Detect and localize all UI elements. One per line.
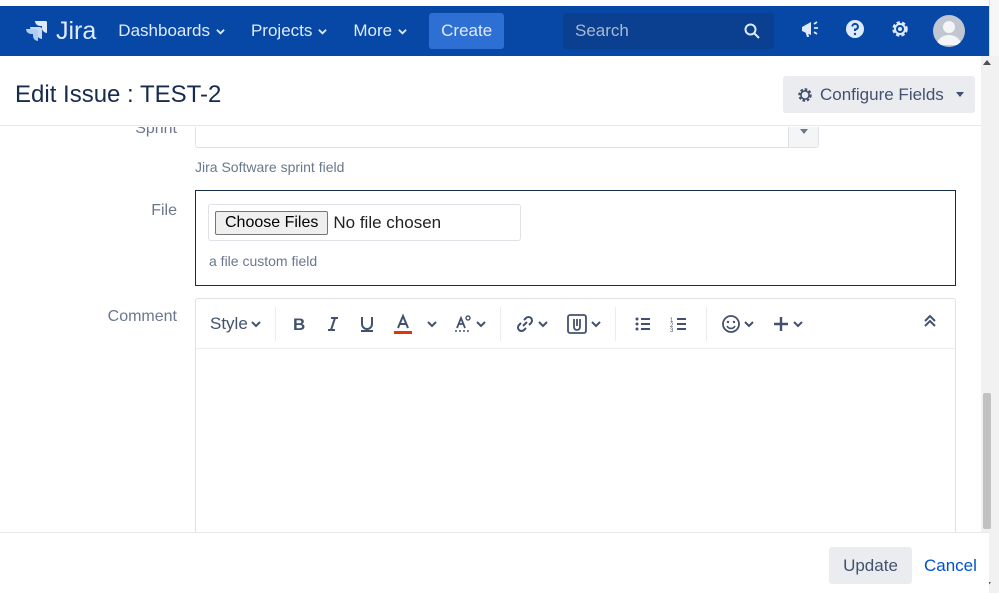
toolbar-insert-group [501,306,616,341]
style-label: Style [210,313,248,333]
chevron-down-icon [744,320,754,327]
chevron-down-icon [591,320,601,327]
attachment-icon [566,313,587,334]
nav-more[interactable]: More [353,21,407,41]
underline-icon [360,316,373,332]
bullet-list-button[interactable] [630,309,656,339]
dialog-content: Sprint Jira Software sprint field File C… [0,127,981,532]
toolbar-extra-group [707,307,817,341]
sprint-label: Sprint [135,127,177,137]
gear-icon[interactable] [889,18,911,40]
insert-more-button[interactable] [768,309,807,339]
sprint-help-text: Jira Software sprint field [195,159,345,175]
nav-projects[interactable]: Projects [250,21,328,41]
bold-icon: B [293,315,305,333]
chevron-down-icon [398,28,407,35]
text-color-icon [393,312,412,334]
chevron-down-icon [251,320,261,327]
main-nav: Dashboards Projects More Create [118,13,505,49]
help-icon[interactable] [844,18,866,40]
svg-text:3: 3 [670,328,674,333]
caret-down-icon [955,92,964,97]
scrollbar-thumb[interactable] [983,393,991,529]
link-icon [516,315,533,332]
file-field: Choose Files No file chosen a file custo… [195,190,956,286]
user-avatar-icon [937,21,961,45]
insert-more-icon [773,316,788,331]
dialog-header: Edit Issue : TEST-2 Configure Fields [0,56,989,126]
emoji-icon [721,314,740,333]
configure-fields-button[interactable]: Configure Fields [783,76,975,113]
italic-icon [327,316,338,331]
attachment-button[interactable] [562,309,605,339]
toolbar-list-group: 123 [616,306,707,341]
file-label: File [151,202,177,219]
chevron-down-icon [793,320,803,327]
megaphone-icon[interactable] [799,18,821,40]
search-box[interactable] [563,13,774,49]
logo-text: Jira [56,16,97,45]
nav-dashboards-label: Dashboards [118,21,210,40]
choose-files-button[interactable]: Choose Files [215,210,329,235]
gear-icon [798,87,812,102]
cancel-link[interactable]: Cancel [924,556,977,576]
jira-logo-icon [26,21,47,41]
bullet-list-icon [635,317,650,330]
avatar[interactable] [933,15,965,47]
text-effects-icon [454,314,471,332]
chevron-down-icon [476,320,486,327]
comment-label: Comment [107,308,177,325]
collapse-toolbar-icon [924,314,936,327]
underline-button[interactable] [354,309,380,339]
page-scrollbar[interactable] [981,56,999,593]
emoji-button[interactable] [717,309,758,339]
numbered-list-button[interactable]: 123 [666,309,692,339]
jira-logo[interactable]: Jira [26,17,96,46]
chevron-down-icon [318,28,328,35]
configure-fields-label: Configure Fields [820,84,944,104]
caret-down-icon [800,129,808,134]
italic-button[interactable] [320,309,346,339]
text-color-button[interactable] [388,309,441,339]
nav-projects-label: Projects [250,21,313,40]
file-help-text: a file custom field [209,253,318,269]
link-button[interactable] [511,309,552,339]
nav-dashboards[interactable]: Dashboards [118,21,225,41]
nav-more-label: More [353,21,393,40]
svg-text:B: B [293,315,305,333]
file-status: No file chosen [333,212,442,232]
search-icon[interactable] [744,23,760,39]
chevron-down-icon [216,28,225,35]
scroll-up-arrow[interactable] [983,60,991,65]
dialog-footer: Update Cancel [0,532,989,593]
chevron-down-icon [538,320,548,327]
toolbar-format-group: B [276,306,501,341]
file-input[interactable]: Choose Files No file chosen [208,204,521,241]
page-title: Edit Issue : TEST-2 [15,81,222,108]
collapse-toolbar-button[interactable] [923,313,937,334]
text-effects-button[interactable] [449,309,490,339]
numbered-list-icon: 123 [670,317,686,333]
chevron-down-icon [427,320,437,327]
update-button[interactable]: Update [829,547,912,584]
toolbar-style-group: Style [196,306,276,341]
sprint-dropdown-toggle[interactable] [788,127,818,147]
create-button[interactable]: Create [429,13,505,49]
editor-toolbar: Style B 1 2 3 [196,299,955,349]
top-navigation-bar: Jira Dashboards Projects More Create [0,6,989,56]
bold-button[interactable]: B [286,309,312,339]
search-input[interactable] [575,21,735,41]
comment-editor[interactable]: Style B 1 2 3 [195,298,956,532]
sprint-select[interactable] [195,127,819,148]
style-dropdown[interactable]: Style [206,309,265,339]
